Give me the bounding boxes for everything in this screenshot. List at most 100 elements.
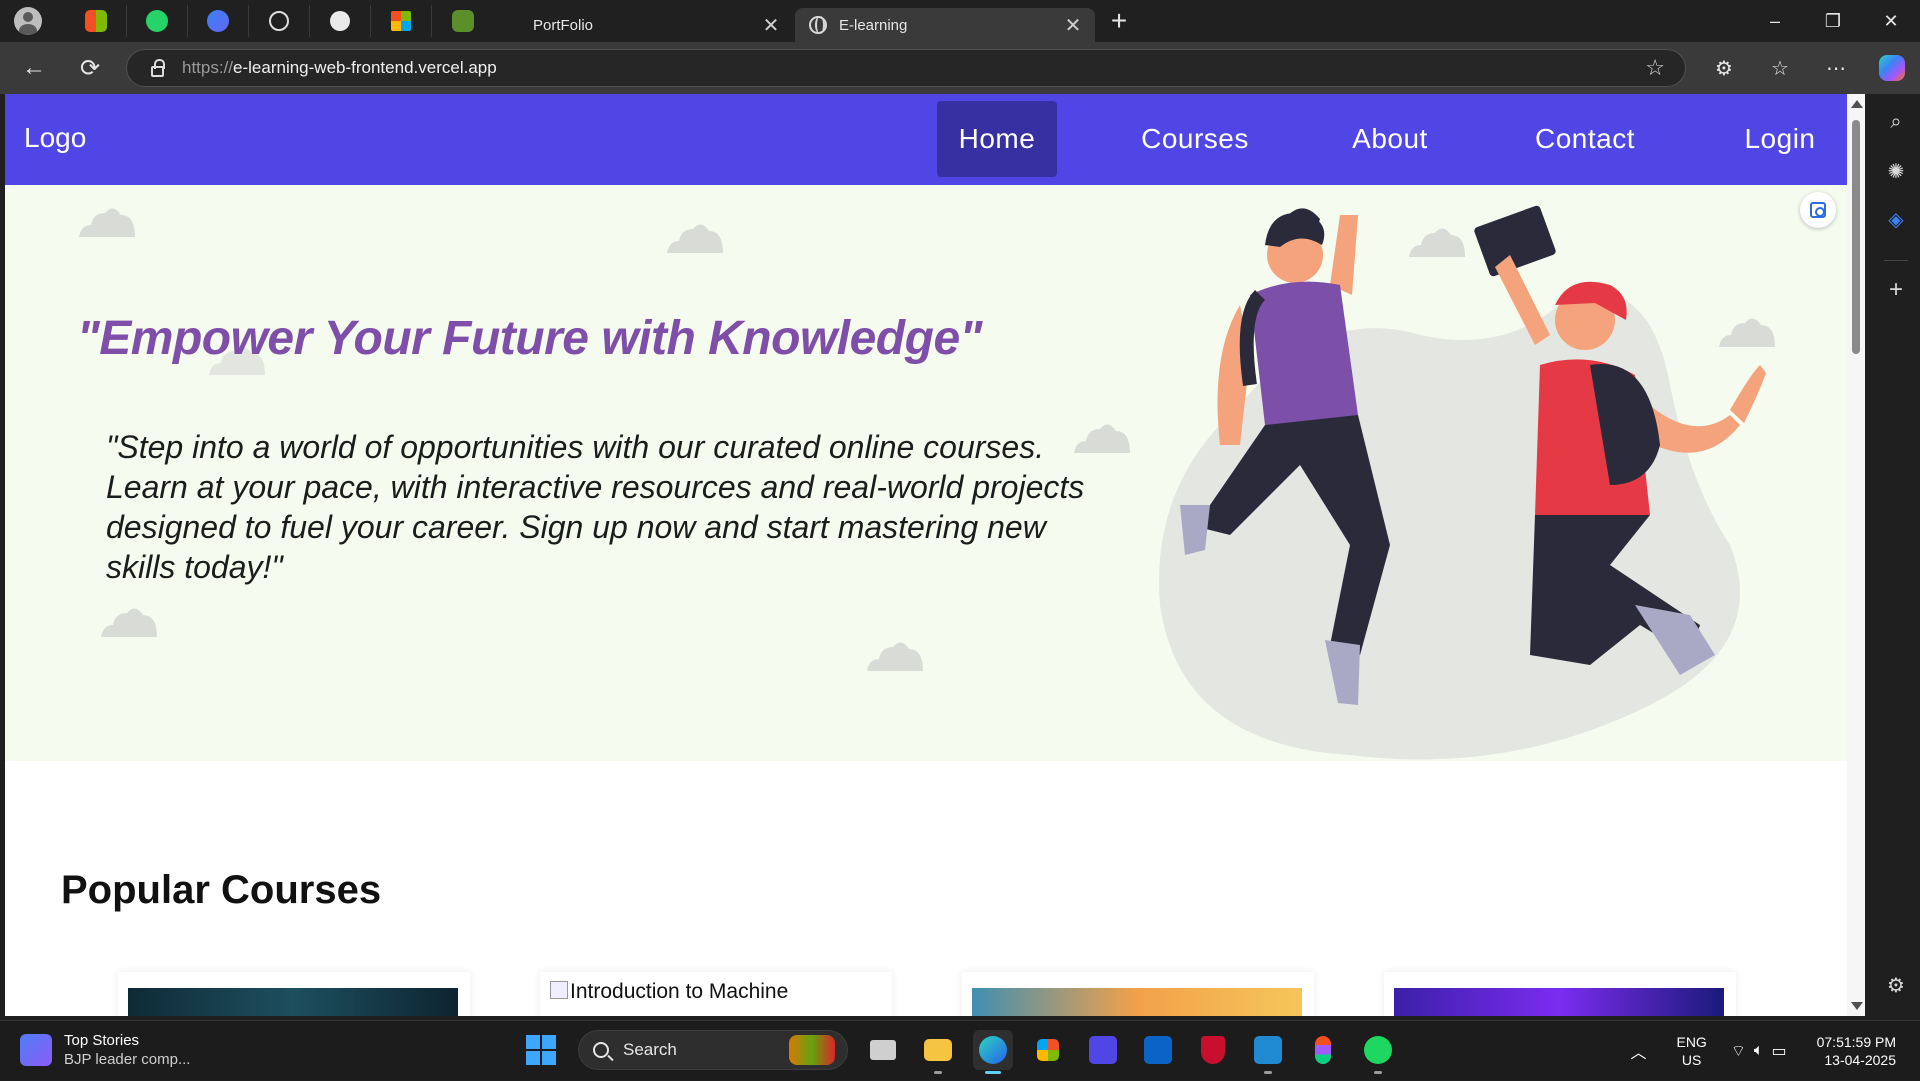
url-field[interactable]: https://e-learning-web-frontend.vercel.a… [126,49,1686,87]
store-button[interactable] [1028,1030,1068,1070]
scroll-thumb[interactable] [1852,120,1860,354]
spotify-button[interactable] [1358,1030,1398,1074]
toolbar-actions: ⚙ ☆ ⋯ [1696,42,1920,94]
m365-button[interactable] [1083,1030,1123,1070]
outlook-icon [1144,1036,1172,1064]
pinned-tab-github[interactable] [310,5,371,37]
tab-bar: PortFolio ✕ E-learning ✕ + – ❐ ✕ [0,0,1920,42]
battery-icon[interactable]: ▭ [1771,1041,1786,1061]
search-label: Search [623,1040,677,1059]
clock-date: 13-04-2025 [1824,1052,1896,1068]
close-tab-icon[interactable]: ✕ [761,13,781,38]
lock-icon[interactable] [151,58,165,77]
page-scrollbar[interactable] [1847,94,1865,1016]
pinned-tabs [66,5,493,37]
sidebar-divider [1884,260,1908,261]
course-card[interactable]: Introduction to Machine [540,972,892,1016]
language-label: ENG [1676,1034,1707,1050]
course-card[interactable] [1384,972,1736,1016]
cloud-decoration [867,642,923,671]
mcafee-button[interactable] [1193,1030,1233,1070]
settings-icon[interactable]: ⚙ [1884,974,1908,998]
site-navbar: Logo Home Courses About Contact Login [5,94,1847,185]
app-diamond-icon[interactable]: ◈ [1884,208,1908,232]
tab-title: E-learning [839,16,908,34]
pinned-tab-microsoft[interactable] [371,5,432,37]
close-tab-icon[interactable]: ✕ [1063,13,1083,38]
news-subtitle: BJP leader comp... [64,1051,191,1068]
extensions-icon[interactable]: ⚙ [1696,56,1752,81]
clock-time: 07:51:59 PM [1816,1034,1896,1050]
cloud-decoration [79,208,135,237]
taskbar-search[interactable]: Search [578,1030,848,1070]
profile-avatar-icon[interactable] [14,7,42,35]
language-indicator[interactable]: ENG US [1676,1033,1706,1069]
course-image [1394,988,1724,1016]
microsoft-icon [391,11,411,31]
windows-taskbar: Top Stories BJP leader comp... Search ︿ … [0,1020,1920,1080]
nav-home[interactable]: Home [937,101,1057,177]
nav-login[interactable]: Login [1720,101,1840,177]
course-card[interactable] [962,972,1314,1016]
url-text: https://e-learning-web-frontend.vercel.a… [182,58,497,77]
news-title: Top Stories [64,1032,140,1049]
system-tray: ︿ ENG US ⌔ 🔈︎ ▭ 07:51:59 PM 13-04-2025 [1630,1021,1920,1081]
back-button[interactable]: ← [6,48,62,88]
chatgpt-icon[interactable]: ✺ [1884,160,1908,184]
edge-button[interactable] [973,1030,1013,1074]
tab-elearning[interactable]: E-learning ✕ [795,8,1095,42]
outlook-button[interactable] [1138,1030,1178,1070]
spotify-icon [1364,1036,1392,1064]
scan-icon [1810,202,1826,218]
scroll-up-arrow-icon[interactable] [1851,100,1863,108]
pinned-tab-web[interactable] [249,5,310,37]
tab-portfolio[interactable]: PortFolio ✕ [503,8,793,42]
close-window-button[interactable]: ✕ [1862,0,1920,42]
add-icon[interactable]: + [1884,278,1908,302]
globe-icon [809,16,827,34]
game-icon [451,10,474,32]
cloud-decoration [101,608,157,637]
show-hidden-icons-chevron-icon[interactable]: ︿ [1630,1039,1646,1063]
scroll-down-arrow-icon[interactable] [1851,1002,1863,1010]
task-view-button[interactable] [863,1030,903,1070]
whatsapp-icon [146,10,168,32]
nav-courses[interactable]: Courses [1120,101,1270,177]
file-explorer-button[interactable] [918,1030,958,1074]
minimize-button[interactable]: – [1746,0,1804,42]
copilot-icon[interactable] [1879,55,1905,81]
search-icon[interactable]: ⌕ [1884,110,1908,134]
more-menu-icon[interactable]: ⋯ [1808,56,1864,81]
wifi-icon[interactable]: ⌔ [1731,1041,1746,1061]
new-tab-button[interactable]: + [1099,5,1139,37]
figma-button[interactable] [1303,1030,1343,1070]
vscode-button[interactable] [1248,1030,1288,1074]
reload-button[interactable]: ⟳ [62,48,118,88]
visual-search-button[interactable] [1800,192,1836,228]
m365-icon [1089,1036,1117,1064]
store-icon [1037,1039,1059,1061]
favorites-icon[interactable]: ☆ [1752,56,1808,81]
search-icon [593,1042,609,1058]
restore-button[interactable]: ❐ [1804,0,1862,42]
start-button[interactable] [526,1035,556,1065]
volume-icon[interactable]: 🔈︎ [1754,1042,1764,1060]
pinned-tab-copilot[interactable] [188,5,249,37]
pinned-tab-game[interactable] [432,5,493,37]
pinned-tab-whatsapp[interactable] [127,5,188,37]
system-clock[interactable]: 07:51:59 PM 13-04-2025 [1817,1033,1896,1069]
site-logo[interactable]: Logo [24,122,86,154]
microsoft-store-icon [85,10,107,32]
nav-about[interactable]: About [1325,101,1455,177]
cloud-decoration [667,224,723,253]
figma-icon [1315,1036,1331,1064]
pinned-tab-store[interactable] [66,5,127,37]
nav-contact[interactable]: Contact [1515,101,1655,177]
course-card[interactable] [118,972,470,1016]
tab-title: PortFolio [533,16,594,34]
news-widget[interactable]: Top Stories BJP leader comp... [20,1031,190,1069]
edge-sidebar: ⌕ ✺ ◈ + ⚙ [1872,94,1920,1016]
popular-courses-title: Popular Courses [61,868,382,912]
taskbar-apps: Search [526,1030,1398,1074]
favorite-star-icon[interactable]: ☆ [1645,55,1665,81]
